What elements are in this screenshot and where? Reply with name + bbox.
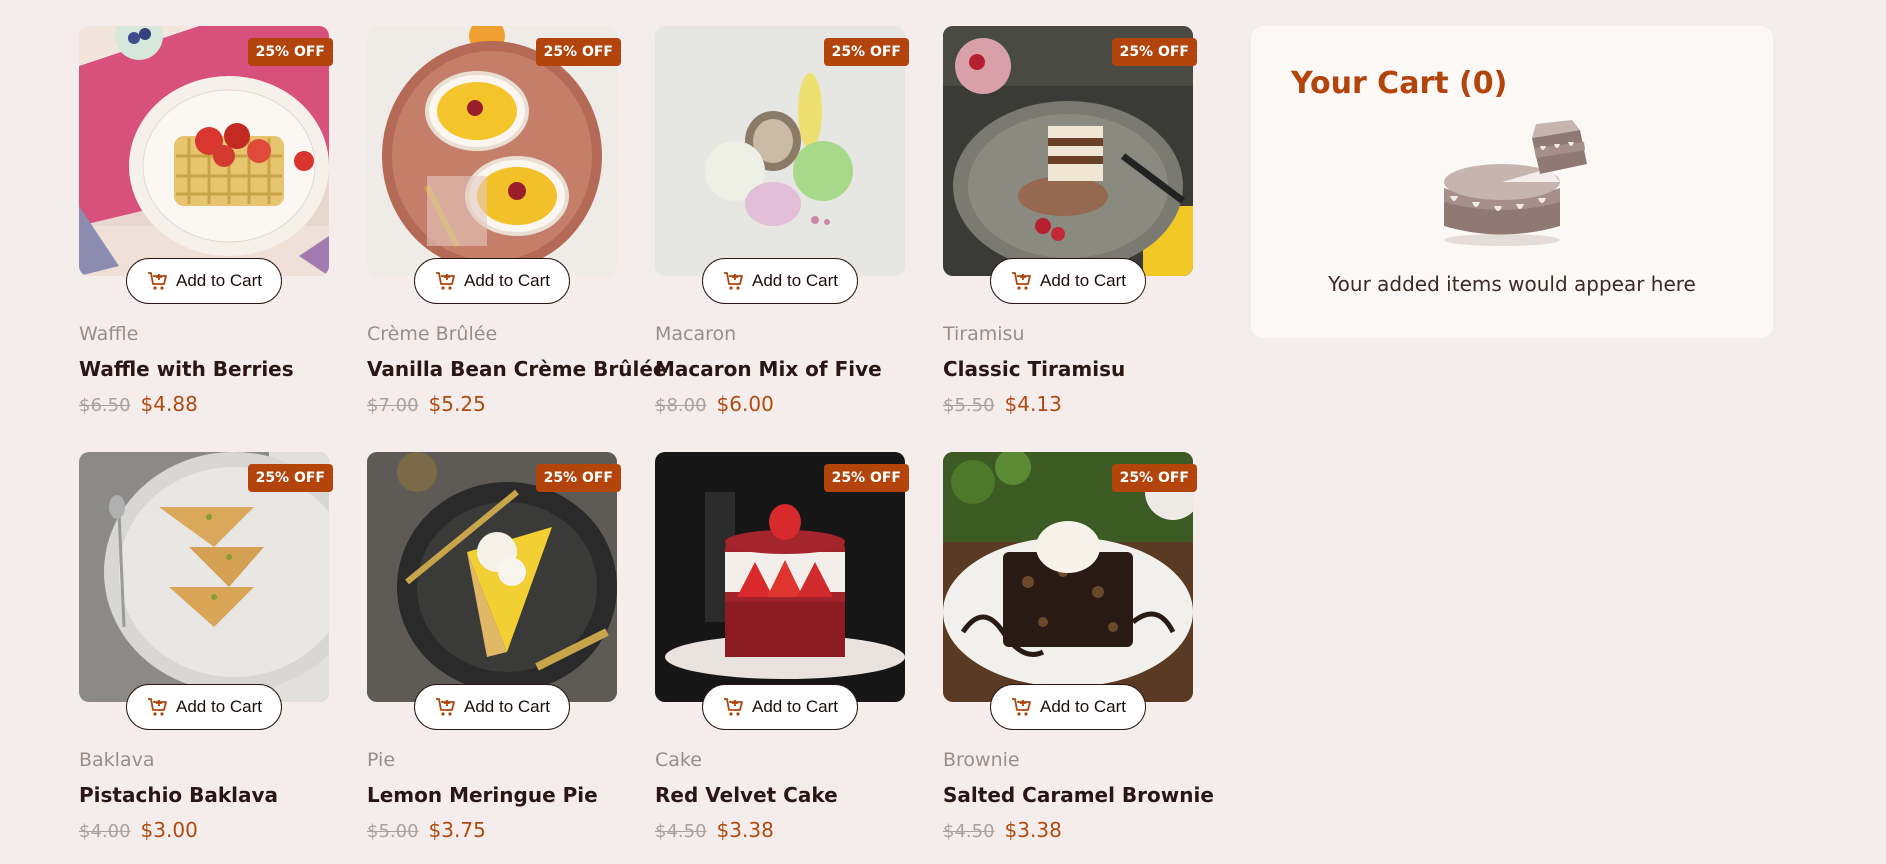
product-category: Pie (367, 749, 396, 771)
page: 25% OFF Add to Cart Waffle Waffle with B… (0, 0, 1886, 864)
discounted-price: $5.25 (428, 392, 486, 416)
product-name: Salted Caramel Brownie (943, 783, 1214, 807)
product-prices: $8.00 $6.00 (655, 392, 905, 418)
product-card: 25% OFF Add to Cart Cake Red Velvet Cake… (655, 452, 909, 844)
discount-badge: 25% OFF (1111, 464, 1197, 492)
original-price: $5.50 (943, 395, 995, 416)
product-prices: $6.50 $4.88 (79, 392, 329, 418)
discounted-price: $4.13 (1004, 392, 1062, 416)
add-to-cart-label: Add to Cart (464, 271, 550, 290)
product-category: Tiramisu (943, 323, 1025, 345)
add-to-cart-label: Add to Cart (176, 271, 262, 290)
product-card: 25% OFF Add to Cart Macaron Macaron Mix … (655, 26, 909, 418)
add-to-cart-button[interactable]: Add to Cart (414, 258, 570, 304)
cart-add-icon (146, 696, 168, 718)
discount-badge: 25% OFF (535, 464, 621, 492)
product-prices: $5.00 $3.75 (367, 818, 617, 844)
cart-add-icon (434, 270, 456, 292)
original-price: $4.50 (655, 821, 707, 842)
add-to-cart-label: Add to Cart (464, 697, 550, 716)
product-category: Cake (655, 749, 702, 771)
product-prices: $7.00 $5.25 (367, 392, 617, 418)
add-to-cart-button[interactable]: Add to Cart (126, 684, 282, 730)
cart-panel: Your Cart (0) Your added items would app… (1251, 26, 1773, 338)
product-category: Brownie (943, 749, 1020, 771)
add-to-cart-button[interactable]: Add to Cart (414, 684, 570, 730)
cart-title: Your Cart (0) (1291, 66, 1508, 101)
product-prices: $4.50 $3.38 (943, 818, 1193, 844)
add-to-cart-label: Add to Cart (176, 697, 262, 716)
original-price: $4.50 (943, 821, 995, 842)
product-name: Red Velvet Cake (655, 783, 838, 807)
product-image-wrap: 25% OFF Add to Cart (367, 26, 621, 304)
product-prices: $4.00 $3.00 (79, 818, 329, 844)
add-to-cart-label: Add to Cart (752, 697, 838, 716)
discounted-price: $3.38 (716, 818, 774, 842)
product-image-wrap: 25% OFF Add to Cart (367, 452, 621, 730)
discount-badge: 25% OFF (823, 38, 909, 66)
cart-add-icon (722, 696, 744, 718)
original-price: $5.00 (367, 821, 419, 842)
product-card: 25% OFF Add to Cart Tiramisu Classic Tir… (943, 26, 1197, 418)
discounted-price: $3.38 (1004, 818, 1062, 842)
cart-add-icon (434, 696, 456, 718)
discount-badge: 25% OFF (247, 38, 333, 66)
discounted-price: $4.88 (140, 392, 198, 416)
discount-badge: 25% OFF (823, 464, 909, 492)
discounted-price: $3.00 (140, 818, 198, 842)
original-price: $6.50 (79, 395, 131, 416)
product-image-wrap: 25% OFF Add to Cart (943, 452, 1197, 730)
add-to-cart-label: Add to Cart (1040, 697, 1126, 716)
add-to-cart-label: Add to Cart (1040, 271, 1126, 290)
product-prices: $4.50 $3.38 (655, 818, 905, 844)
product-name: Vanilla Bean Crème Brûlée (367, 357, 667, 381)
add-to-cart-button[interactable]: Add to Cart (702, 258, 858, 304)
product-name: Waffle with Berries (79, 357, 294, 381)
product-category: Waffle (79, 323, 139, 345)
product-card: 25% OFF Add to Cart Waffle Waffle with B… (79, 26, 333, 418)
add-to-cart-label: Add to Cart (752, 271, 838, 290)
product-image-wrap: 25% OFF Add to Cart (79, 26, 333, 304)
discount-badge: 25% OFF (535, 38, 621, 66)
discounted-price: $3.75 (428, 818, 486, 842)
cart-empty-message: Your added items would appear here (1328, 272, 1696, 296)
discount-badge: 25% OFF (247, 464, 333, 492)
cart-add-icon (1010, 270, 1032, 292)
product-prices: $5.50 $4.13 (943, 392, 1193, 418)
original-price: $4.00 (79, 821, 131, 842)
discount-badge: 25% OFF (1111, 38, 1197, 66)
cart-add-icon (1010, 696, 1032, 718)
product-category: Macaron (655, 323, 737, 345)
product-card: 25% OFF Add to Cart Crème Brûlée Vanilla… (367, 26, 667, 418)
product-image-wrap: 25% OFF Add to Cart (79, 452, 333, 730)
discounted-price: $6.00 (716, 392, 774, 416)
cart-add-icon (722, 270, 744, 292)
product-image-wrap: 25% OFF Add to Cart (655, 26, 909, 304)
add-to-cart-button[interactable]: Add to Cart (990, 258, 1146, 304)
product-name: Lemon Meringue Pie (367, 783, 598, 807)
product-name: Pistachio Baklava (79, 783, 279, 807)
add-to-cart-button[interactable]: Add to Cart (702, 684, 858, 730)
original-price: $8.00 (655, 395, 707, 416)
product-image-wrap: 25% OFF Add to Cart (943, 26, 1197, 304)
product-grid: 25% OFF Add to Cart Waffle Waffle with B… (79, 26, 1214, 844)
original-price: $7.00 (367, 395, 419, 416)
product-card: 25% OFF Add to Cart Brownie Salted Caram… (943, 452, 1214, 844)
empty-cart-cake-icon (1432, 118, 1592, 248)
product-card: 25% OFF Add to Cart Pie Lemon Meringue P… (367, 452, 621, 844)
product-image-wrap: 25% OFF Add to Cart (655, 452, 909, 730)
product-card: 25% OFF Add to Cart Baklava Pistachio Ba… (79, 452, 333, 844)
product-category: Baklava (79, 749, 155, 771)
add-to-cart-button[interactable]: Add to Cart (126, 258, 282, 304)
product-name: Classic Tiramisu (943, 357, 1126, 381)
cart-add-icon (146, 270, 168, 292)
add-to-cart-button[interactable]: Add to Cart (990, 684, 1146, 730)
product-category: Crème Brûlée (367, 323, 498, 345)
product-name: Macaron Mix of Five (655, 357, 882, 381)
